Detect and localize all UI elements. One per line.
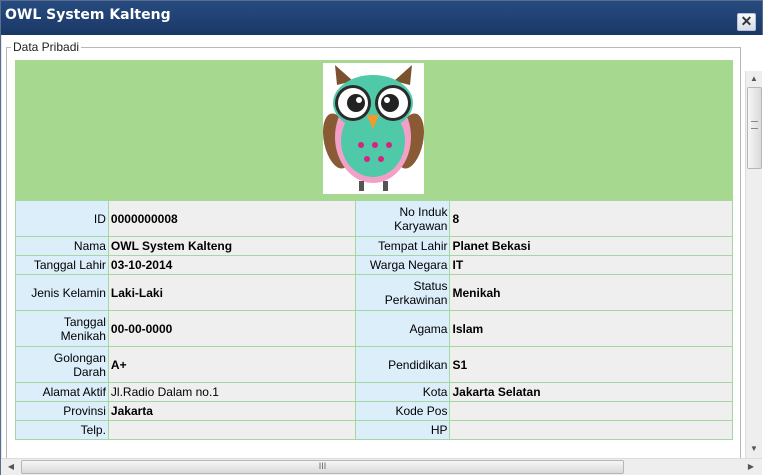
field-label: Agama (354, 310, 451, 347)
field-value: A+ (107, 346, 356, 383)
field-label: HP (354, 420, 451, 440)
profile-photo (323, 63, 424, 194)
scroll-up-icon[interactable]: ▲ (746, 71, 762, 87)
field-value (449, 420, 733, 440)
field-label: Golongan Darah (15, 346, 109, 383)
table-row: Telp. HP (15, 420, 733, 440)
field-value: Jakarta Selatan (449, 382, 733, 402)
window-title: OWL System Kalteng (5, 7, 171, 23)
close-button[interactable]: ✕ (737, 13, 756, 31)
title-bar[interactable]: OWL System Kalteng ✕ (1, 1, 762, 35)
field-value: Menikah (449, 274, 733, 311)
field-label: Tanggal Lahir (15, 255, 109, 275)
fieldset-legend: Data Pribadi (11, 40, 82, 54)
field-value: OWL System Kalteng (107, 236, 356, 256)
field-value: Planet Bekasi (449, 236, 733, 256)
field-value (107, 420, 356, 440)
table-row: Tanggal Lahir 03-10-2014 Warga Negara IT (15, 255, 733, 275)
field-value: 8 (449, 200, 733, 237)
table-row: Jenis Kelamin Laki-Laki Status Perkawinan M… (15, 274, 733, 311)
vertical-scrollbar[interactable]: ▲ ▼ (745, 71, 762, 458)
field-label: Nama (15, 236, 109, 256)
field-value: Jl.Radio Dalam no.1 (107, 382, 356, 402)
field-value: Islam (449, 310, 733, 347)
field-value: 03-10-2014 (107, 255, 356, 275)
vertical-scroll-thumb[interactable] (747, 87, 762, 169)
personal-data-table: ID 0000000008 No Induk Karyawan 8 Nama OWL Sy… (15, 200, 733, 440)
field-label: Provinsi (15, 401, 109, 421)
table-row: Nama OWL System Kalteng Tempat Lahir Planet… (15, 236, 733, 256)
field-label: No Induk Karyawan (354, 200, 451, 237)
table-row: Golongan Darah A+ Pendidikan S1 (15, 346, 733, 383)
field-label: Alamat Aktif (15, 382, 109, 402)
field-value (449, 401, 733, 421)
field-value: 0000000008 (107, 200, 356, 237)
field-label: Warga Negara (354, 255, 451, 275)
close-icon: ✕ (740, 13, 753, 29)
scroll-left-icon[interactable]: ◀ (3, 459, 19, 475)
field-value: Laki-Laki (107, 274, 356, 311)
field-value: S1 (449, 346, 733, 383)
photo-row (15, 60, 733, 200)
field-value: 00-00-0000 (107, 310, 356, 347)
field-label: Tempat Lahir (354, 236, 451, 256)
field-value: IT (449, 255, 733, 275)
owl-image (323, 65, 424, 191)
grip-icon: III (318, 461, 327, 471)
field-label: Tanggal Menikah (15, 310, 109, 347)
horizontal-scroll-thumb[interactable]: III (21, 460, 624, 474)
field-value: Jakarta (107, 401, 356, 421)
field-label: Kode Pos (354, 401, 451, 421)
field-label: Status Perkawinan (354, 274, 451, 311)
table-row: Tanggal Menikah 00-00-0000 Agama Islam (15, 310, 733, 347)
field-label: Pendidikan (354, 346, 451, 383)
field-label: Telp. (15, 420, 109, 440)
table-row: Provinsi Jakarta Kode Pos (15, 401, 733, 421)
scroll-down-icon[interactable]: ▼ (746, 441, 762, 457)
table-row: Alamat Aktif Jl.Radio Dalam no.1 Kota Jakar… (15, 382, 733, 402)
field-label: ID (15, 200, 109, 237)
table-row: ID 0000000008 No Induk Karyawan 8 (15, 200, 733, 237)
grip-icon (751, 121, 758, 129)
field-label: Jenis Kelamin (15, 274, 109, 311)
scroll-right-icon[interactable]: ▶ (743, 459, 759, 475)
field-label: Kota (354, 382, 451, 402)
horizontal-scrollbar[interactable]: ◀ III ▶ (1, 458, 762, 475)
